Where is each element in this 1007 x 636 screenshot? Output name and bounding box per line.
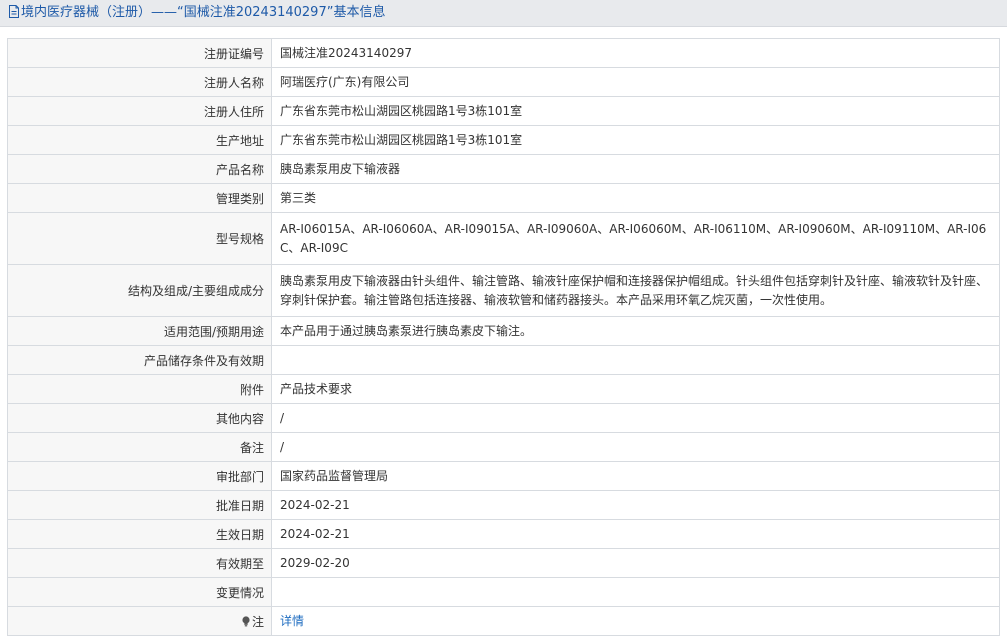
table-row: 产品名称 胰岛素泵用皮下输液器 [7, 154, 1000, 184]
row-label: 产品名称 [7, 154, 272, 184]
row-label: 结构及组成/主要组成成分 [7, 264, 272, 317]
row-label: 有效期至 [7, 548, 272, 578]
row-value: / [271, 403, 1000, 433]
row-value: 本产品用于通过胰岛素泵进行胰岛素皮下输注。 [271, 316, 1000, 346]
row-label: 注册人住所 [7, 96, 272, 126]
table-row: 有效期至 2029-02-20 [7, 548, 1000, 578]
row-value: 胰岛素泵用皮下输液器 [271, 154, 1000, 184]
row-label: 其他内容 [7, 403, 272, 433]
table-row: 备注 / [7, 432, 1000, 462]
detail-table: 注册证编号 国械注准20243140297 注册人名称 阿瑞医疗(广东)有限公司… [7, 38, 1000, 636]
table-row: 注册人住所 广东省东莞市松山湖园区桃园路1号3栋101室 [7, 96, 1000, 126]
table-row: 结构及组成/主要组成成分 胰岛素泵用皮下输液器由针头组件、输注管路、输液针座保护… [7, 264, 1000, 317]
table-row-note: 注 详情 [7, 606, 1000, 636]
table-row: 生产地址 广东省东莞市松山湖园区桃园路1号3栋101室 [7, 125, 1000, 155]
note-label: 注 [251, 614, 264, 629]
row-label: 注册人名称 [7, 67, 272, 97]
table-row: 附件 产品技术要求 [7, 374, 1000, 404]
row-value: 2024-02-21 [271, 490, 1000, 520]
row-value: 国家药品监督管理局 [271, 461, 1000, 491]
row-label: 审批部门 [7, 461, 272, 491]
row-value: 2029-02-20 [271, 548, 1000, 578]
row-value [271, 345, 1000, 375]
table-row: 管理类别 第三类 [7, 183, 1000, 213]
row-value: 广东省东莞市松山湖园区桃园路1号3栋101室 [271, 96, 1000, 126]
row-value: 产品技术要求 [271, 374, 1000, 404]
table-row: 审批部门 国家药品监督管理局 [7, 461, 1000, 491]
row-value: 第三类 [271, 183, 1000, 213]
row-label: 产品储存条件及有效期 [7, 345, 272, 375]
row-value: 阿瑞医疗(广东)有限公司 [271, 67, 1000, 97]
row-label: 生产地址 [7, 125, 272, 155]
row-label: 批准日期 [7, 490, 272, 520]
table-row: 型号规格 AR-I06015A、AR-I06060A、AR-I09015A、AR… [7, 212, 1000, 265]
row-label: 生效日期 [7, 519, 272, 549]
page-title: 境内医疗器械（注册）——“国械注准20243140297”基本信息 [21, 5, 386, 20]
table-row: 注册证编号 国械注准20243140297 [7, 38, 1000, 68]
note-value-cell: 详情 [271, 606, 1000, 636]
document-icon [8, 5, 20, 24]
row-value: 广东省东莞市松山湖园区桃园路1号3栋101室 [271, 125, 1000, 155]
table-row: 变更情况 [7, 577, 1000, 607]
row-value: 胰岛素泵用皮下输液器由针头组件、输注管路、输液针座保护帽和连接器保护帽组成。针头… [271, 264, 1000, 317]
row-label: 变更情况 [7, 577, 272, 607]
page-header: 境内医疗器械（注册）——“国械注准20243140297”基本信息 [0, 0, 1007, 27]
row-value: / [271, 432, 1000, 462]
row-label: 附件 [7, 374, 272, 404]
table-row: 注册人名称 阿瑞医疗(广东)有限公司 [7, 67, 1000, 97]
table-row: 生效日期 2024-02-21 [7, 519, 1000, 549]
table-row: 其他内容 / [7, 403, 1000, 433]
row-label: 备注 [7, 432, 272, 462]
row-label: 管理类别 [7, 183, 272, 213]
table-row: 批准日期 2024-02-21 [7, 490, 1000, 520]
row-label: 注册证编号 [7, 38, 272, 68]
row-value [271, 577, 1000, 607]
row-label: 型号规格 [7, 212, 272, 265]
table-row: 产品储存条件及有效期 [7, 345, 1000, 375]
row-label: 适用范围/预期用途 [7, 316, 272, 346]
row-value: 国械注准20243140297 [271, 38, 1000, 68]
lightbulb-icon [241, 615, 251, 630]
note-label-cell: 注 [7, 606, 272, 636]
row-value: 2024-02-21 [271, 519, 1000, 549]
page-title-wrap: 境内医疗器械（注册）——“国械注准20243140297”基本信息 [8, 4, 385, 22]
table-row: 适用范围/预期用途 本产品用于通过胰岛素泵进行胰岛素皮下输注。 [7, 316, 1000, 346]
row-value: AR-I06015A、AR-I06060A、AR-I09015A、AR-I090… [271, 212, 1000, 265]
